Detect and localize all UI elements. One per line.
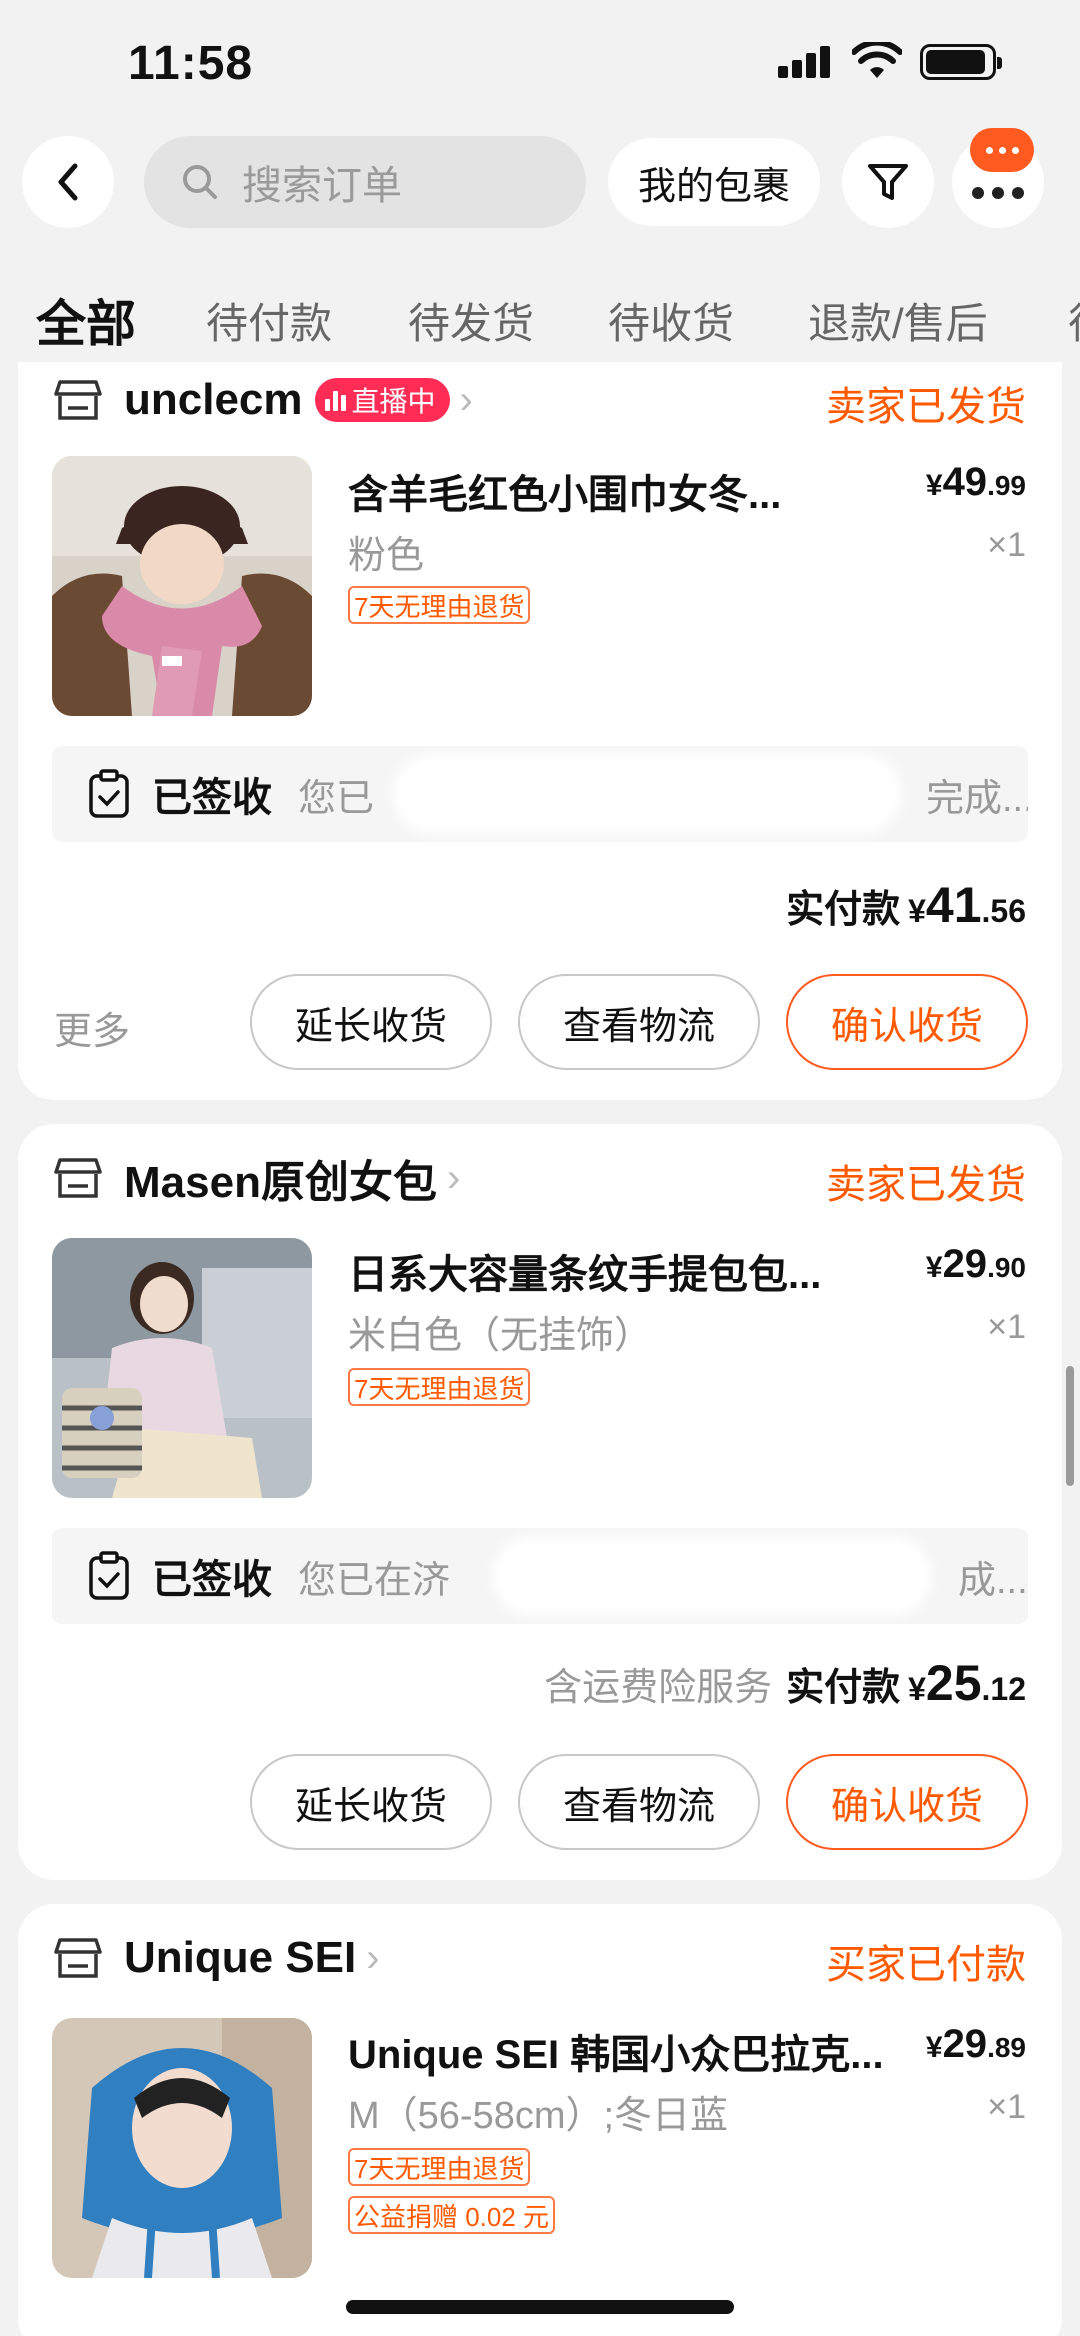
home-indicator[interactable] <box>346 2300 734 2314</box>
order-card[interactable]: Masen原创女包 › 卖家已发货 日系大容量条纹手提包包... ¥29.90 … <box>18 1124 1062 1880</box>
product-spec: 米白色（无挂饰） <box>348 1315 653 1357</box>
extend-receipt-button[interactable]: 延长收货 <box>250 1754 492 1850</box>
search-placeholder: 搜索订单 <box>242 164 402 208</box>
order-status: 买家已付款 <box>826 1943 1026 1987</box>
live-badge-label: 直播中 <box>351 386 436 417</box>
top-nav: 搜索订单 我的包裹 <box>0 128 1080 238</box>
order-card[interactable]: unclecm 直播中 › 卖家已发货 含羊毛红色小围巾女冬... ¥49.99… <box>18 362 1062 1100</box>
tab-all[interactable]: 全部 <box>36 284 136 356</box>
product-image[interactable] <box>52 2018 312 2278</box>
confirm-receipt-button[interactable]: 确认收货 <box>786 1754 1028 1850</box>
chevron-right-icon: › <box>366 1935 380 1980</box>
redacted-area <box>492 1536 932 1616</box>
shop-icon <box>54 1158 102 1198</box>
product-title[interactable]: 日系大容量条纹手提包包... <box>348 1242 821 1300</box>
view-logistics-button[interactable]: 查看物流 <box>518 1754 760 1850</box>
search-icon <box>183 165 217 199</box>
product-image[interactable] <box>52 456 312 716</box>
extend-receipt-button[interactable]: 延长收货 <box>250 974 492 1070</box>
live-badge[interactable]: 直播中 <box>314 378 450 422</box>
return-policy-tag: 7天无理由退货 <box>348 2148 531 2186</box>
product-quantity: ×1 <box>987 526 1026 564</box>
order-card[interactable]: Unique SEI › 买家已付款 Unique SEI 韩国小众巴拉克...… <box>18 1904 1062 2336</box>
confirm-receipt-button[interactable]: 确认收货 <box>786 974 1028 1070</box>
order-tabs: 全部 待付款 待发货 待收货 退款/售后 待 <box>0 272 1080 362</box>
chevron-left-icon <box>58 163 78 201</box>
tab-refund-aftersale[interactable]: 退款/售后 <box>808 290 988 351</box>
product-image[interactable] <box>52 1238 312 1498</box>
product-quantity: ×1 <box>987 2088 1026 2126</box>
product-title[interactable]: Unique SEI 韩国小众巴拉克... <box>348 2022 884 2080</box>
tab-overflow[interactable]: 待 <box>1068 290 1080 351</box>
back-button[interactable] <box>22 136 114 228</box>
shop-name: Masen原创女包 <box>124 1158 437 1207</box>
status-bar: 11:58 <box>0 0 1080 128</box>
receipt-label: 已签收 <box>152 776 272 820</box>
my-packages-button[interactable]: 我的包裹 <box>608 138 820 226</box>
shop-name: Unique SEI <box>124 1933 357 1982</box>
receipt-text-end: 成... <box>958 1559 1028 1602</box>
scrollbar[interactable] <box>1066 1366 1074 1486</box>
receipt-label: 已签收 <box>152 1558 272 1602</box>
tab-pending-payment[interactable]: 待付款 <box>206 290 332 351</box>
shop-row[interactable]: Masen原创女包 › <box>54 1148 460 1208</box>
clipboard-check-icon <box>89 769 129 818</box>
scarf-photo <box>52 456 312 716</box>
shop-icon <box>54 380 102 420</box>
search-input[interactable]: 搜索订单 <box>144 136 586 228</box>
live-bars-icon <box>324 389 346 411</box>
tab-pending-shipment[interactable]: 待发货 <box>408 290 534 351</box>
shop-name: unclecm <box>124 375 303 424</box>
view-logistics-button[interactable]: 查看物流 <box>518 974 760 1070</box>
more-dots-icon <box>972 187 1024 199</box>
return-policy-tag: 7天无理由退货 <box>348 1368 531 1406</box>
delivery-status-row[interactable]: 已签收 您已 完成... <box>52 746 1028 842</box>
shop-icon <box>54 1938 102 1978</box>
product-quantity: ×1 <box>987 1308 1026 1346</box>
status-time: 11:58 <box>128 37 254 90</box>
filter-icon <box>868 164 908 200</box>
receipt-text: 您已在济 <box>298 1559 451 1602</box>
product-spec: M（56-58cm）;冬日蓝 <box>348 2095 729 2137</box>
return-policy-tag: 7天无理由退货 <box>348 586 531 624</box>
bag-photo <box>52 1238 312 1498</box>
product-title[interactable]: 含羊毛红色小围巾女冬... <box>348 462 781 520</box>
product-spec: 粉色 <box>348 535 425 577</box>
clipboard-check-icon <box>89 1551 129 1600</box>
signal-icon <box>778 44 834 78</box>
wifi-icon <box>852 42 902 78</box>
chevron-right-icon: › <box>446 1155 461 1200</box>
shop-row[interactable]: Unique SEI › <box>54 1928 380 1988</box>
product-price: ¥29.90 <box>925 1242 1026 1286</box>
filter-button[interactable] <box>842 136 934 228</box>
redacted-area <box>392 754 902 834</box>
receipt-text-end: 完成... <box>926 777 1028 820</box>
product-price: ¥49.99 <box>925 460 1026 504</box>
battery-icon <box>920 44 1002 80</box>
amount-paid: 含运费险服务 实付款 ¥ 25 .12 <box>544 1655 1026 1711</box>
amount-paid: 实付款 ¥ 41 .56 <box>786 877 1026 933</box>
shop-row[interactable]: unclecm 直播中 › <box>54 370 473 430</box>
delivery-status-row[interactable]: 已签收 您已在济 成... <box>52 1528 1028 1624</box>
order-status: 卖家已发货 <box>826 385 1026 429</box>
tab-pending-receipt[interactable]: 待收货 <box>608 290 734 351</box>
message-badge[interactable] <box>970 128 1034 172</box>
order-status: 卖家已发货 <box>826 1163 1026 1207</box>
receipt-text: 您已 <box>298 777 375 820</box>
chevron-right-icon: › <box>459 377 473 422</box>
product-price: ¥29.89 <box>925 2022 1026 2066</box>
charity-donation-tag: 公益捐赠 0.02 元 <box>348 2196 556 2234</box>
hood-photo <box>52 2018 312 2278</box>
more-link[interactable]: 更多 <box>54 1000 130 1055</box>
